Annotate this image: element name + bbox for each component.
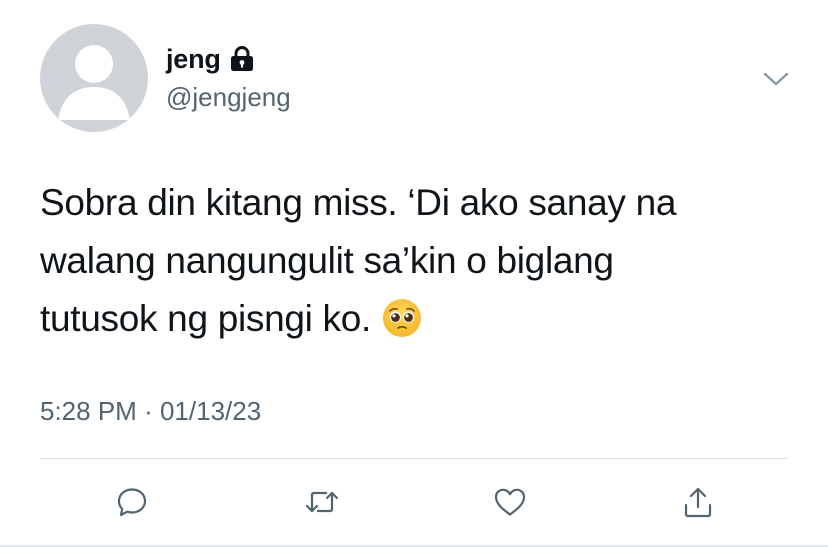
share-icon xyxy=(680,484,716,520)
reply-icon xyxy=(115,485,149,519)
handle[interactable]: @jengjeng xyxy=(166,82,291,113)
reply-button[interactable] xyxy=(112,482,152,522)
tweet-timestamp[interactable]: 5:28 PM · 01/13/23 xyxy=(40,396,261,427)
heart-icon xyxy=(492,485,528,519)
tweet-text-line: Sobra din kitang miss. ‘Di ako sanay na xyxy=(40,182,677,223)
default-avatar-icon xyxy=(58,45,130,120)
display-name[interactable]: jeng xyxy=(166,44,221,75)
pleading-face-emoji-icon xyxy=(381,297,423,339)
author-name-row: jeng xyxy=(166,42,255,76)
avatar[interactable] xyxy=(40,24,148,132)
like-button[interactable] xyxy=(490,482,530,522)
meta-separator: · xyxy=(144,396,153,426)
tweet-text-line: tutusok ng pisngi ko. xyxy=(40,298,372,339)
retweet-icon xyxy=(304,485,340,519)
tweet-text-line: walang nangungulit sa’kin o biglang xyxy=(40,240,614,281)
tweet-time: 5:28 PM xyxy=(40,396,137,426)
tweet-text-line-last: tutusok ng pisngi ko. xyxy=(40,290,810,348)
tweet-date: 01/13/23 xyxy=(159,396,262,426)
lock-icon xyxy=(229,45,255,73)
share-button[interactable] xyxy=(678,482,718,522)
chevron-down-icon[interactable] xyxy=(762,68,790,90)
retweet-button[interactable] xyxy=(302,482,342,522)
tweet-text: Sobra din kitang miss. ‘Di ako sanay na … xyxy=(40,174,810,348)
divider xyxy=(40,458,788,459)
